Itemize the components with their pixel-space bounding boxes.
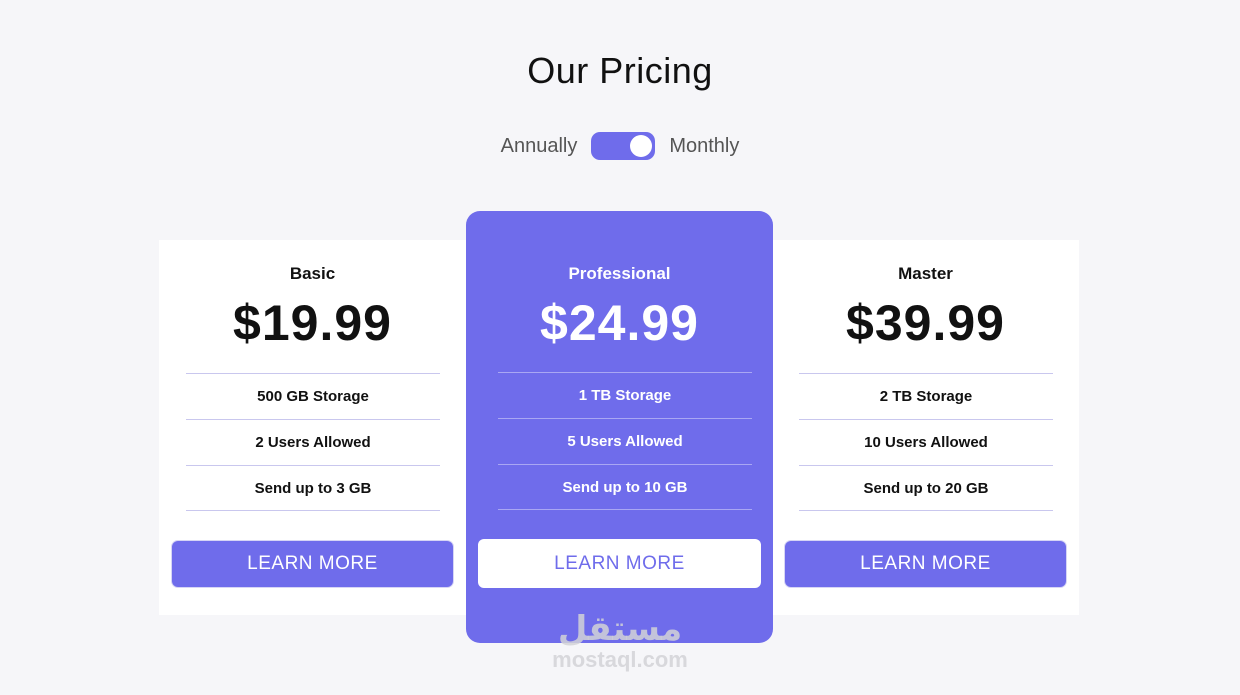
- learn-more-button-basic[interactable]: LEARN MORE: [172, 541, 453, 587]
- plan-name: Master: [898, 264, 953, 283]
- plan-name: Professional: [568, 264, 671, 283]
- plan-card-master: Master $39.99 2 TB Storage 10 Users Allo…: [772, 240, 1079, 615]
- watermark-domain: mostaql.com: [552, 647, 688, 672]
- feature-item: Send up to 3 GB: [186, 465, 440, 511]
- feature-item: 5 Users Allowed: [498, 418, 752, 464]
- plan-price: $39.99: [846, 295, 1005, 351]
- feature-item: 1 TB Storage: [498, 372, 752, 418]
- annually-label[interactable]: Annually: [501, 135, 578, 158]
- feature-list: 500 GB Storage 2 Users Allowed Send up t…: [186, 373, 440, 511]
- feature-list: 2 TB Storage 10 Users Allowed Send up to…: [799, 373, 1053, 511]
- feature-item: Send up to 10 GB: [498, 464, 752, 510]
- feature-item: 2 TB Storage: [799, 373, 1053, 419]
- mostaql-watermark: مستقل mostaql.com: [520, 610, 720, 672]
- watermark-logo: مستقل: [557, 610, 683, 648]
- page-title: Our Pricing: [527, 50, 713, 91]
- billing-toggle-switch[interactable]: [591, 132, 656, 160]
- plan-name: Basic: [289, 264, 336, 283]
- feature-item: 500 GB Storage: [186, 373, 440, 419]
- plan-price: $24.99: [540, 295, 699, 351]
- plan-card-basic: Basic $19.99 500 GB Storage 2 Users Allo…: [159, 240, 466, 615]
- billing-toggle-row: Annually Monthly: [0, 132, 1240, 160]
- feature-item: 2 Users Allowed: [186, 419, 440, 465]
- plan-card-professional: Professional $24.99 1 TB Storage 5 Users…: [466, 211, 773, 643]
- pricing-page: Our Pricing Annually Monthly Basic $19.9…: [0, 0, 1240, 695]
- feature-item: Send up to 20 GB: [799, 465, 1053, 511]
- monthly-label[interactable]: Monthly: [669, 135, 739, 158]
- toggle-knob[interactable]: [630, 135, 653, 157]
- plan-price: $19.99: [233, 295, 392, 351]
- learn-more-button-professional[interactable]: LEARN MORE: [478, 539, 761, 588]
- learn-more-button-master[interactable]: LEARN MORE: [785, 541, 1066, 587]
- feature-item: 10 Users Allowed: [799, 419, 1053, 465]
- feature-list: 1 TB Storage 5 Users Allowed Send up to …: [498, 372, 752, 510]
